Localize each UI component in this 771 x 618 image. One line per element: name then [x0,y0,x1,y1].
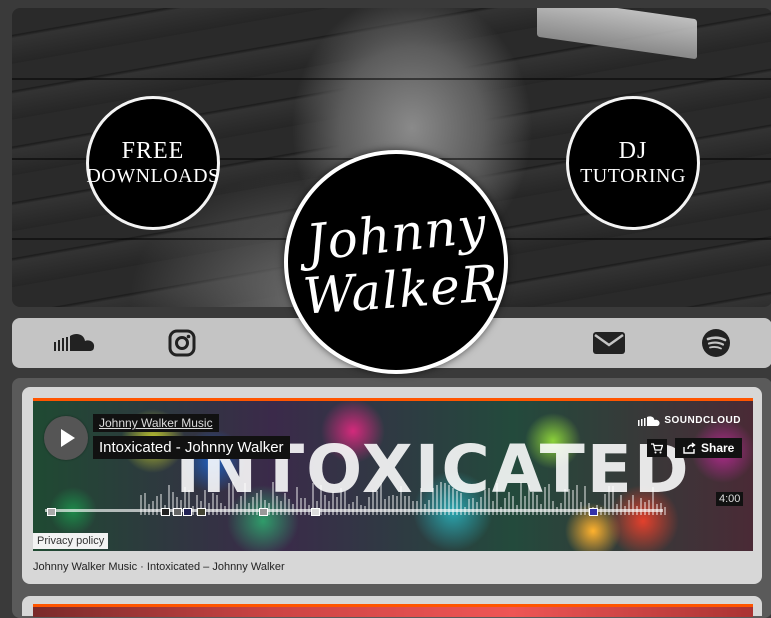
waveform-bar [356,496,358,515]
waveform-bar [664,507,666,515]
waveform-bar [640,498,642,515]
soundcloud-player[interactable]: INTOXICATED Johnny Walker Music Intoxica… [33,398,753,551]
dj-tutoring-line2: TUTORING [580,165,686,187]
waveform-baseline [45,509,663,512]
waveform-bar [336,497,338,515]
comment-avatar[interactable] [259,508,268,516]
soundcloud-brand-link[interactable]: SOUNDCLOUD [638,415,741,426]
comment-avatar[interactable] [589,508,598,516]
waveform-bar [252,497,254,515]
waveform-bar [288,499,290,515]
logo-line2: WalkeR [301,254,501,326]
waveform-bar [504,498,506,515]
spotify-link[interactable] [700,327,732,359]
waveform[interactable] [45,473,745,521]
spotify-icon [702,329,730,357]
waveform-bar [472,498,474,515]
waveform-bar [620,495,622,515]
waveform-bar [388,496,390,515]
share-label: Share [701,441,735,455]
waveform-bar [276,496,278,515]
waveform-bar [384,499,386,515]
comment-avatar[interactable] [47,508,56,516]
soundcloud-logo-icon [638,415,660,426]
hero-background-shelf [537,8,697,60]
waveform-bar [140,495,142,515]
play-icon [61,429,75,447]
hero-plank-line [12,78,771,80]
waveform-bar [156,496,158,515]
waveform-bar [304,498,306,515]
waveform-bar [324,495,326,515]
waveform-bar [416,501,418,515]
waveform-bar [428,500,430,515]
comment-avatar[interactable] [173,508,182,516]
share-button[interactable]: Share [675,438,743,458]
waveform-bar [404,496,406,515]
track-duration: 4:00 [716,492,744,506]
waveform-bar [524,496,526,515]
waveform-bar [632,495,634,515]
waveform-bar [512,496,514,515]
comment-avatar[interactable] [183,508,192,516]
waveform-bar [152,501,154,515]
waveform-bar [300,498,302,515]
waveform-bar [468,499,470,515]
instagram-icon [168,329,196,357]
waveform-bar [396,496,398,515]
soundcloud-link[interactable] [52,327,98,359]
waveform-bar [648,500,650,515]
track-title-link[interactable]: Intoxicated - Johnny Walker [93,436,290,459]
waveform-bar [328,501,330,515]
waveform-bar [368,497,370,515]
track-caption: Johnny Walker Music · Intoxicated – John… [33,561,285,573]
dj-tutoring-button[interactable]: DJ TUTORING [566,96,700,230]
waveform-bar [480,497,482,515]
play-button[interactable] [44,416,88,460]
instagram-link[interactable] [166,327,198,359]
free-downloads-line2: DOWNLOADS [86,165,220,187]
waveform-bar [392,495,394,515]
soundcloud-icon [54,333,95,351]
waveform-bar [240,496,242,515]
waveform-bar [412,501,414,515]
dj-tutoring-line1: DJ [618,138,648,164]
comment-avatar[interactable] [197,508,206,516]
waveform-bar [628,500,630,515]
johnny-walker-logo[interactable]: Johnny WalkeR [284,150,508,374]
comment-avatar[interactable] [311,508,320,516]
free-downloads-button[interactable]: FREE DOWNLOADS [86,96,220,230]
artist-link[interactable]: Johnny Walker Music [93,414,219,432]
email-link[interactable] [592,327,626,359]
mail-icon [593,332,625,354]
waveform-bar [536,495,538,515]
share-icon [683,442,696,454]
waveform-bar [408,496,410,515]
waveform-bar [492,501,494,515]
waveform-bar [280,501,282,515]
buy-button[interactable] [647,439,667,457]
comment-avatar[interactable] [161,508,170,516]
privacy-policy-link[interactable]: Privacy policy [33,533,109,549]
soundcloud-brand-text: SOUNDCLOUD [664,415,741,426]
next-player-preview[interactable] [33,604,753,617]
free-downloads-line1: FREE [121,138,185,164]
cart-icon [651,442,663,453]
waveform-bar [552,501,554,515]
waveform-bar [216,495,218,515]
